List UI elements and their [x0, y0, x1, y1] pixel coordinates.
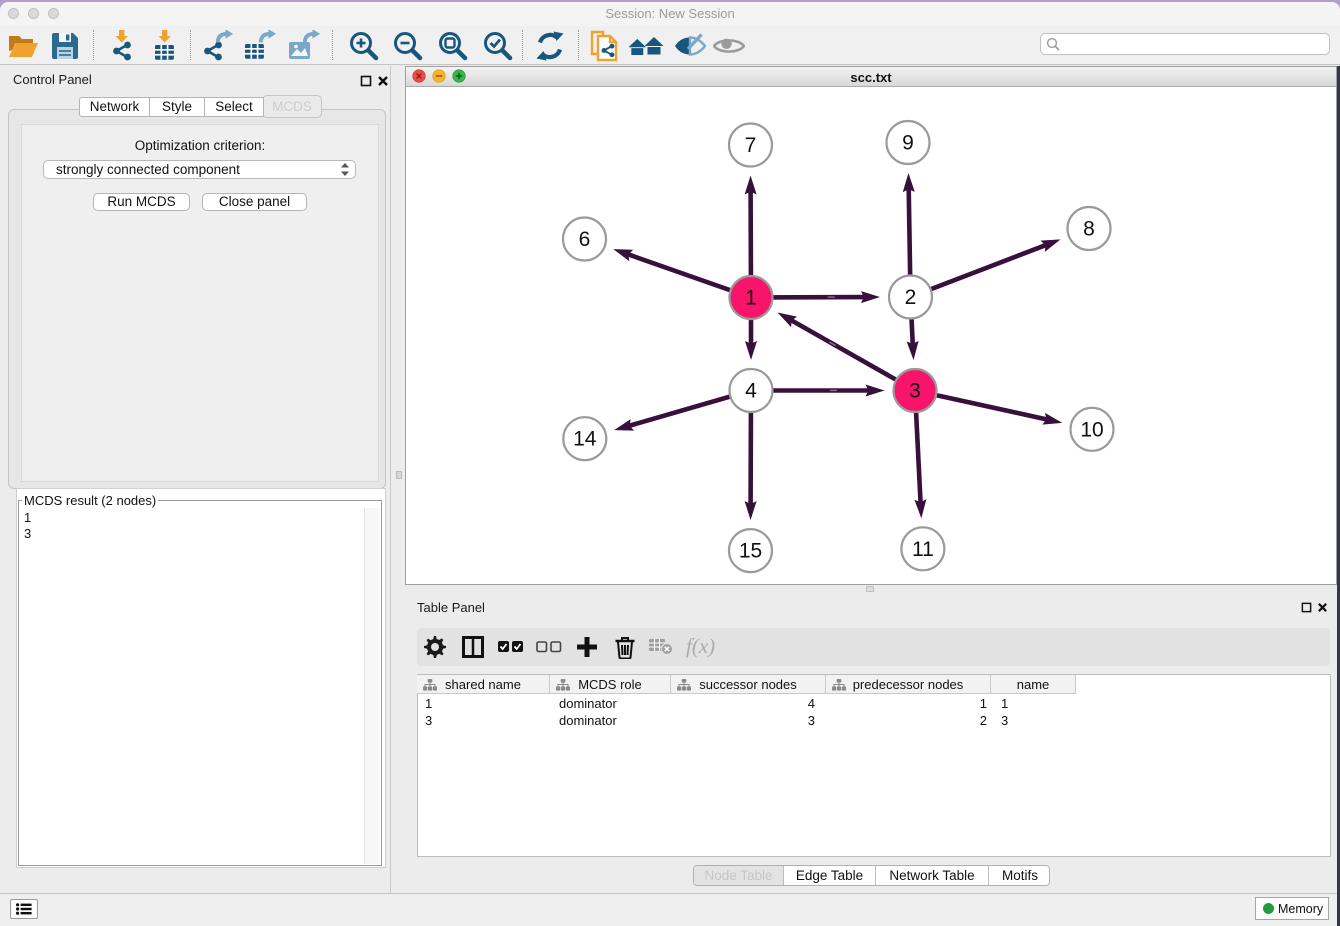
svg-text:6: 6 — [579, 228, 591, 251]
svg-text:4: 4 — [745, 380, 757, 403]
svg-text:2: 2 — [905, 286, 917, 309]
svg-text:7: 7 — [745, 134, 757, 157]
svg-text:11: 11 — [912, 538, 934, 561]
svg-text:10: 10 — [1080, 418, 1103, 441]
svg-text:9: 9 — [902, 132, 914, 155]
svg-text:3: 3 — [909, 380, 921, 403]
svg-text:15: 15 — [739, 540, 762, 563]
svg-text:1: 1 — [745, 287, 757, 310]
svg-text:8: 8 — [1083, 218, 1095, 241]
svg-text:14: 14 — [573, 428, 597, 451]
